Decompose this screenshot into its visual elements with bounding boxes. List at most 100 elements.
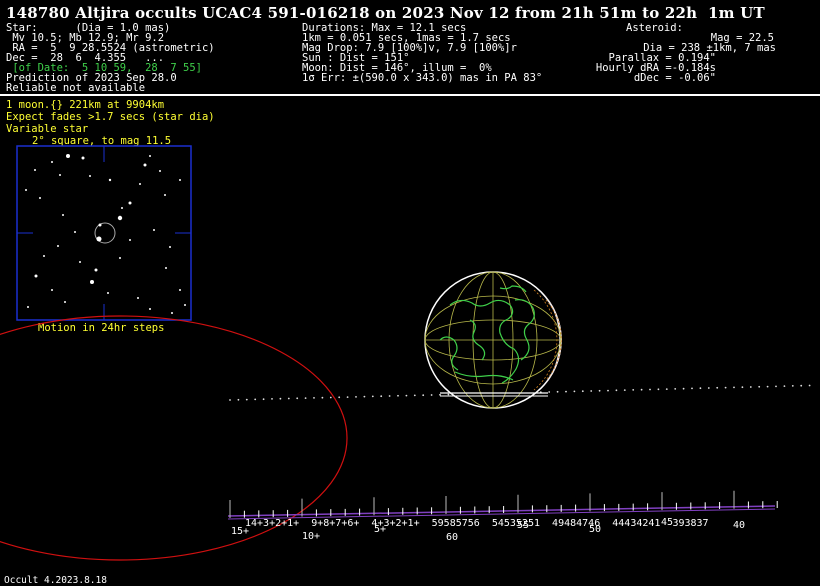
path-dot — [254, 398, 257, 401]
path-dot — [287, 397, 290, 400]
path-dot — [363, 395, 366, 398]
path-dot — [808, 384, 811, 387]
star-dot — [121, 207, 123, 209]
star-dot — [62, 214, 64, 216]
footer-version: Occult 4.2023.8.18 — [4, 575, 107, 586]
path-dot — [573, 390, 576, 393]
path-dot — [800, 384, 803, 387]
star-dot — [90, 280, 94, 284]
tick-label-45: 45 — [661, 517, 674, 528]
path-dot — [556, 390, 559, 393]
star-dot — [179, 289, 181, 291]
path-dot — [590, 390, 593, 392]
star-dot — [51, 161, 53, 163]
path-dot — [447, 393, 450, 396]
star-dot — [137, 297, 139, 299]
star-dot — [79, 261, 81, 263]
star-dot — [39, 197, 41, 199]
path-dot — [296, 397, 299, 400]
path-dot — [388, 395, 391, 397]
star-dot — [149, 308, 151, 310]
path-dot — [371, 395, 374, 398]
star-dot — [98, 223, 102, 227]
star-dot — [119, 257, 121, 259]
star-dot — [143, 163, 147, 167]
path-dot — [707, 387, 710, 389]
path-dot — [229, 399, 231, 401]
star-dot — [74, 231, 76, 233]
path-dot — [632, 389, 635, 391]
path-dot — [623, 389, 626, 391]
path-dot — [749, 386, 752, 388]
path-dot — [649, 388, 651, 391]
tick-label-15: 15+ — [231, 526, 250, 537]
tick-label-5: 5+ — [374, 524, 387, 535]
path-dot — [733, 386, 735, 389]
star-dot — [34, 169, 36, 171]
path-dot — [565, 390, 567, 393]
star-dot — [153, 229, 155, 231]
path-dot — [716, 386, 719, 389]
star-dot — [89, 175, 91, 177]
path-dot — [691, 387, 693, 390]
path-dot — [640, 388, 643, 391]
star-dot — [165, 267, 167, 269]
star-chart — [16, 145, 192, 321]
path-dot — [682, 387, 685, 390]
path-dot — [329, 396, 332, 399]
tick-label-40: 40 — [733, 520, 746, 531]
path-dot — [607, 389, 609, 392]
tick-label-55: 55 — [517, 520, 530, 531]
star-dot — [96, 236, 102, 242]
path-dot — [741, 386, 744, 389]
star-dot — [107, 292, 109, 294]
star-dot — [179, 179, 181, 181]
star-dot — [57, 245, 59, 247]
path-dot — [380, 395, 383, 398]
star-dot — [129, 239, 131, 241]
star-dot — [117, 215, 123, 221]
path-dot — [674, 388, 677, 390]
path-dot — [598, 389, 601, 392]
path-dot — [355, 396, 357, 398]
path-dot — [279, 397, 282, 400]
earth-globe — [424, 271, 562, 409]
star-dot — [184, 304, 186, 306]
path-dot — [724, 386, 727, 389]
star-dot — [169, 246, 171, 248]
path-dot — [548, 391, 551, 393]
path-dot — [665, 388, 668, 390]
star-dot — [59, 174, 61, 176]
path-dot — [313, 397, 315, 399]
tick-label-60: 60 — [446, 532, 459, 543]
path-dot — [657, 388, 660, 391]
star-dot — [139, 183, 141, 185]
tick-label-50: 50 — [589, 524, 602, 535]
tick-label-10: 10+ — [302, 531, 321, 542]
star-dot — [66, 154, 70, 158]
star-dot — [64, 301, 66, 303]
path-dot — [699, 387, 702, 390]
path-dot — [405, 394, 408, 397]
tick-labels-upper: 14+3+2+1+ 9+8+7+6+ 4+3+2+1+ 59585756 545… — [245, 518, 709, 529]
star-dot — [128, 201, 132, 205]
star-dot — [108, 178, 112, 182]
path-dot — [271, 398, 273, 400]
star-dot — [25, 189, 27, 191]
path-dot — [766, 385, 769, 388]
path-dot — [346, 396, 349, 398]
star-dot — [43, 255, 45, 257]
star-dot — [51, 289, 53, 291]
path-dot — [237, 398, 240, 401]
star-dot — [81, 156, 85, 160]
star-dot — [34, 274, 38, 278]
star-dot — [94, 268, 98, 272]
star-dot — [159, 170, 161, 172]
path-dot — [413, 394, 416, 397]
path-dot — [422, 394, 425, 397]
star-dot — [27, 306, 29, 308]
path-dot — [321, 396, 324, 399]
path-dot — [439, 393, 441, 396]
path-dot — [758, 385, 761, 388]
path-dot — [338, 396, 341, 399]
